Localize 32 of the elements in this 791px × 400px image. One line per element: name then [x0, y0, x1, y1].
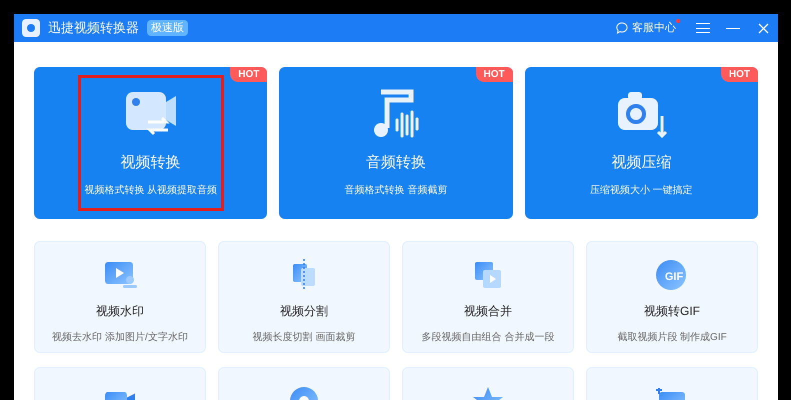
feature-subtitle: 音频格式转换 音频截剪 — [344, 184, 448, 198]
tool-title: 视频合并 — [464, 303, 512, 320]
tool-subtitle: 截取视频片段 制作成GIF — [617, 330, 727, 345]
close-button[interactable] — [756, 21, 770, 35]
tool-card[interactable]: 视频水印 视频去水印 添加图片/文字水印 — [34, 241, 206, 353]
tool-title: 视频水印 — [96, 303, 144, 320]
close-icon — [758, 22, 768, 34]
hot-badge: HOT — [476, 67, 513, 82]
feature-card[interactable]: HOT 视频转换 视频格式转换 从视频提取音频 — [34, 67, 268, 219]
tool-title: 视频转GIF — [644, 303, 700, 320]
feature-card[interactable]: HOT 视频压缩 压缩视频大小 一键搞定 — [524, 67, 758, 219]
feature-title: 音频转换 — [366, 153, 426, 174]
feature-subtitle: 视频格式转换 从视频提取音频 — [84, 184, 218, 198]
chat-bubble-icon — [616, 22, 628, 34]
window-title: 迅捷视频转换器 — [48, 19, 139, 38]
support-button[interactable]: 客服中心 — [616, 20, 676, 36]
tool-subtitle: 视频去水印 添加图片/文字水印 — [52, 330, 188, 345]
tool-card[interactable]: 视频分割 视频长度切割 画面裁剪 — [218, 241, 390, 353]
tool-card[interactable]: 视频合并 多段视频自由组合 合并成一段 — [402, 241, 574, 353]
tool-subtitle: 视频长度切割 画面裁剪 — [252, 330, 356, 345]
feature-subtitle: 压缩视频大小 一键搞定 — [590, 184, 693, 198]
hot-badge: HOT — [230, 67, 268, 82]
tool-subtitle: 多段视频自由组合 合并成一段 — [422, 330, 554, 345]
menu-button[interactable] — [696, 21, 710, 35]
app-logo-icon — [22, 19, 40, 37]
feature-title: 视频转换 — [120, 153, 181, 174]
tool-card[interactable]: GIF 视频转GIF 截取视频片段 制作成GIF — [586, 241, 758, 353]
feature-title: 视频压缩 — [611, 153, 672, 174]
hot-badge: HOT — [720, 67, 758, 82]
edition-badge: 极速版 — [147, 20, 188, 36]
tool-title: 视频分割 — [280, 303, 328, 320]
feature-card[interactable]: HOT 音频转换 音频格式转换 音频截剪 — [279, 67, 513, 219]
